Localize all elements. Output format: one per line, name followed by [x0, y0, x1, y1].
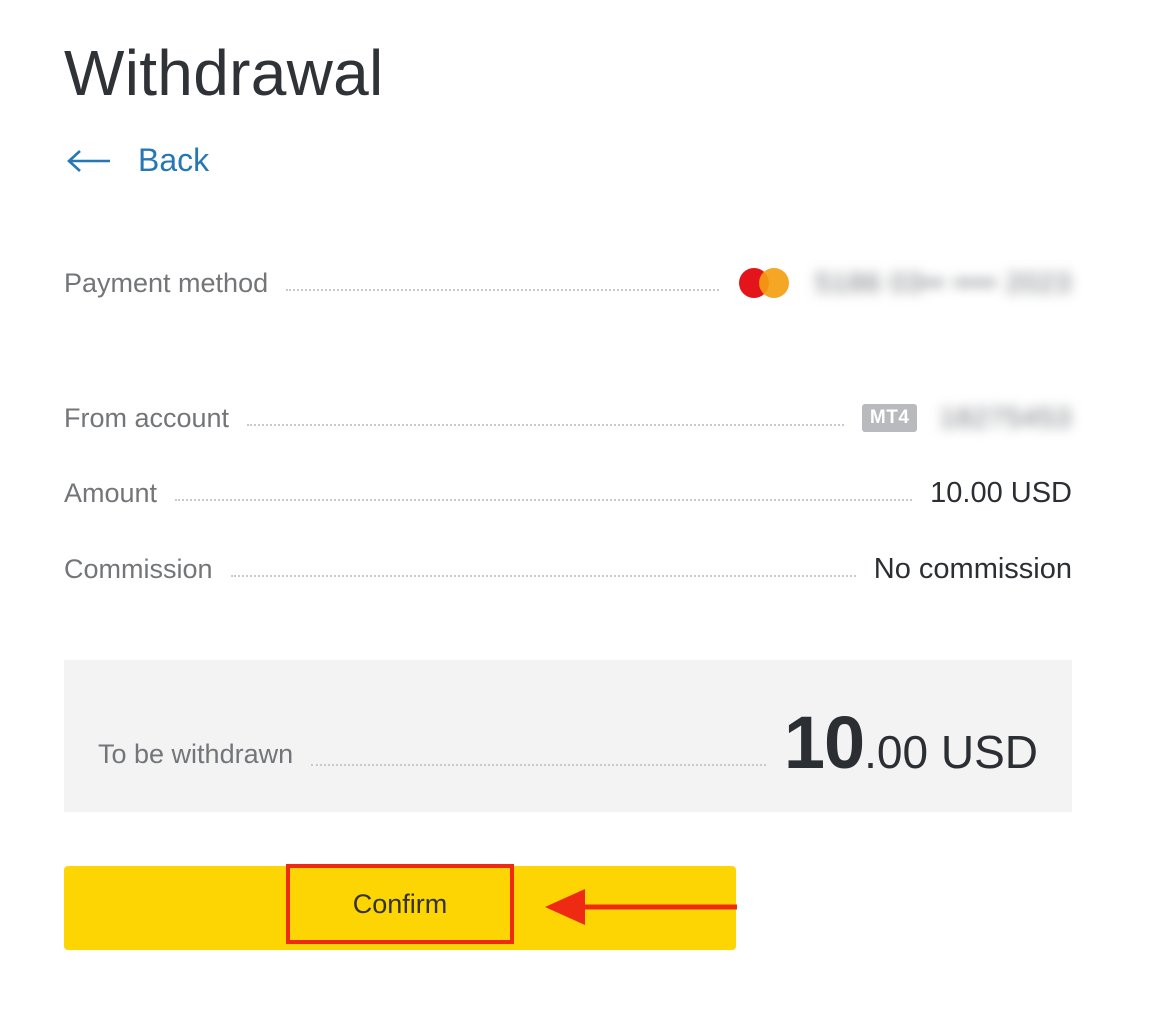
amount-whole: 10 — [783, 701, 865, 784]
pointer-arrow-icon — [543, 885, 739, 934]
withdrawal-summary: To be withdrawn 10.00 USD — [64, 660, 1072, 812]
amount-row: Amount 10.00 USD — [64, 473, 1072, 513]
leader-dots — [230, 575, 856, 577]
back-link[interactable]: Back — [66, 142, 209, 179]
account-number-blurred: 18275453 — [939, 402, 1072, 433]
back-label: Back — [138, 142, 210, 178]
arrow-left-icon — [66, 149, 112, 173]
payment-method-label: Payment method — [64, 267, 269, 298]
commission-row: Commission No commission — [64, 549, 1072, 589]
page-title: Withdrawal — [64, 37, 384, 109]
leader-dots — [311, 764, 766, 766]
from-account-value: MT4 18275453 — [861, 402, 1072, 434]
card-number-blurred: 5186 03•• •••• 2023 — [815, 267, 1072, 298]
leader-dots — [247, 424, 844, 426]
from-account-row: From account MT4 18275453 — [64, 398, 1072, 438]
payment-method-value: 5186 03•• •••• 2023 — [737, 266, 1072, 300]
leader-dots — [175, 499, 913, 501]
to-be-withdrawn-label: To be withdrawn — [98, 739, 294, 769]
platform-badge: MT4 — [861, 404, 918, 432]
amount-label: Amount — [64, 477, 158, 508]
commission-label: Commission — [64, 553, 213, 584]
amount-fraction: .00 USD — [864, 726, 1038, 778]
leader-dots — [286, 289, 720, 291]
mastercard-icon — [737, 266, 793, 300]
commission-value: No commission — [873, 552, 1072, 585]
to-be-withdrawn-amount: 10.00 USD — [784, 706, 1038, 780]
from-account-label: From account — [64, 402, 230, 433]
payment-method-row: Payment method 5186 03•• •••• 2023 — [64, 263, 1072, 303]
amount-value: 10.00 USD — [930, 476, 1072, 509]
